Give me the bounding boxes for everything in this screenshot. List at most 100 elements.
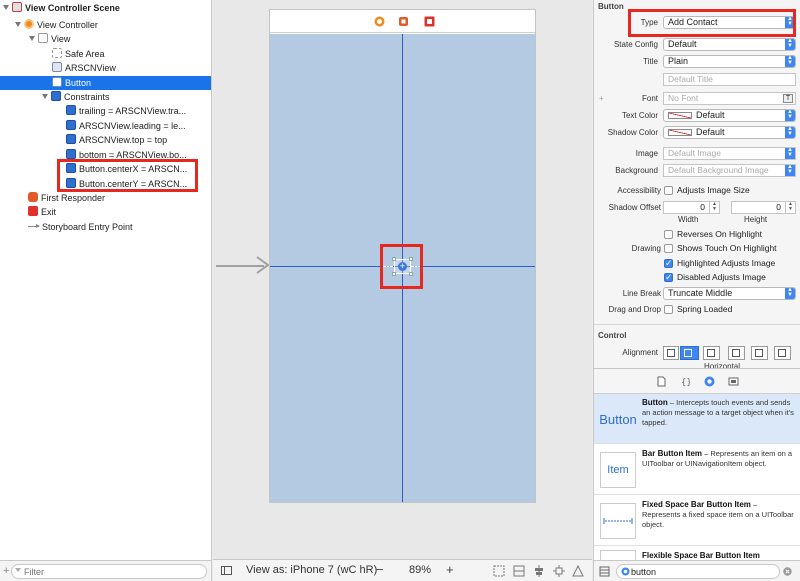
outline-item-label: View <box>51 34 71 44</box>
zoom-in-button[interactable]: + <box>446 562 454 577</box>
disclosure-triangle-icon[interactable] <box>15 22 21 27</box>
stepper-icon[interactable]: ▲ ▼ <box>785 202 795 213</box>
drag-drop-label: Drag and Drop <box>608 305 661 314</box>
align-trailing-segment[interactable] <box>774 346 791 360</box>
file-template-icon[interactable] <box>657 376 666 387</box>
zoom-level[interactable]: 89% <box>409 564 431 576</box>
outline-item-label: ARSCNView.top = top <box>79 135 168 145</box>
outline-item-constraint[interactable]: ARSCNView.leading = le... <box>0 119 211 133</box>
text-color-popup[interactable]: Default ▲ ▼ <box>663 109 796 122</box>
spring-loaded-checkbox[interactable] <box>664 305 673 314</box>
shadow-color-popup[interactable]: Default ▲ ▼ <box>663 126 796 139</box>
align-left-segment[interactable] <box>663 346 679 360</box>
zoom-out-button[interactable]: − <box>376 562 384 577</box>
library-item-button[interactable]: Button Button – Intercepts touch events … <box>594 394 800 444</box>
library-item-bar-button[interactable]: Item Bar Button Item – Represents an ite… <box>594 445 800 495</box>
alignment-label: Alignment <box>622 348 658 357</box>
code-snippet-icon[interactable]: {} <box>681 376 690 387</box>
resolve-issues-icon[interactable] <box>572 565 584 577</box>
disclosure-triangle-icon[interactable] <box>3 5 9 10</box>
font-picker-icon[interactable]: T <box>783 94 793 103</box>
object-library-icon[interactable] <box>704 376 715 387</box>
add-icon[interactable]: + <box>3 565 9 577</box>
constraints-icon <box>51 91 61 101</box>
chevron-updown-icon: ▲ ▼ <box>785 127 795 138</box>
outline-item-label: View Controller <box>37 20 98 30</box>
outline-item-label: View Controller Scene <box>25 3 120 13</box>
shows-touch-checkbox[interactable] <box>664 244 673 253</box>
update-frames-icon[interactable] <box>493 565 505 577</box>
library-search-input[interactable] <box>616 564 780 579</box>
image-field[interactable]: Default Image ▲ ▼ <box>663 147 796 160</box>
device-config-label[interactable]: View as: iPhone 7 (wC hR) <box>246 564 377 576</box>
chevron-updown-icon: ▲ ▼ <box>785 56 795 67</box>
exit-icon[interactable] <box>424 16 435 27</box>
shadow-height-field[interactable]: 0 ▲ ▼ <box>731 201 796 214</box>
outline-item-constraint[interactable]: trailing = ARSCNView.tra... <box>0 104 211 118</box>
title-type-value: Plain <box>668 56 689 66</box>
align-fill-segment[interactable] <box>728 346 745 360</box>
shadow-height-value: 0 <box>776 202 781 212</box>
attributes-inspector: Button Type Add Contact ▲ ▼ State Config … <box>593 0 800 371</box>
disclosure-triangle-icon[interactable] <box>42 94 48 99</box>
stepper-icon[interactable]: ▲ ▼ <box>709 202 719 213</box>
library-item-fixed-space[interactable]: Fixed Space Bar Button Item – Represents… <box>594 496 800 546</box>
embed-in-stack-icon[interactable] <box>513 565 525 577</box>
line-break-value: Truncate Middle <box>668 288 733 298</box>
button-thumb: Button <box>599 411 637 427</box>
align-icon[interactable] <box>533 565 545 577</box>
shadow-width-field[interactable]: 0 ▲ ▼ <box>663 201 720 214</box>
outline-item-view-controller[interactable]: View Controller <box>0 18 211 32</box>
first-responder-icon[interactable] <box>398 16 409 27</box>
outline-item-first-responder[interactable]: First Responder <box>0 191 211 205</box>
library-item-flexible-space[interactable]: Flexible Space Bar Button Item <box>594 547 800 561</box>
entry-arrow-icon <box>28 224 40 228</box>
shadow-color-value: Default <box>696 127 725 137</box>
exit-icon <box>28 206 38 216</box>
highlighted-adjusts-checkbox[interactable] <box>664 258 673 269</box>
outline-item-constraint[interactable]: ARSCNView.top = top <box>0 133 211 147</box>
font-field[interactable]: No Font T <box>663 92 796 105</box>
filter-input[interactable] <box>11 564 207 579</box>
outline-item-button[interactable]: Button <box>0 76 211 90</box>
outline-item-safe-area[interactable]: Safe Area <box>0 47 211 61</box>
text-color-label: Text Color <box>621 111 658 120</box>
safe-area-icon <box>52 48 62 58</box>
scene-icon <box>12 2 22 12</box>
outline-filter-bar: + <box>0 560 212 581</box>
outline-item-constraints[interactable]: Constraints <box>0 90 211 104</box>
clear-search-icon[interactable] <box>783 567 792 576</box>
background-image-field[interactable]: Default Background Image ▲ ▼ <box>663 164 796 177</box>
pin-icon[interactable] <box>553 565 565 577</box>
media-library-icon[interactable] <box>728 376 739 387</box>
button-icon <box>52 77 62 87</box>
library-item-title: Bar Button Item <box>642 449 702 458</box>
disclosure-triangle-icon[interactable] <box>29 36 35 41</box>
title-type-popup[interactable]: Plain ▲ ▼ <box>663 55 796 68</box>
highlighted-adjusts-label: Highlighted Adjusts Image <box>677 258 776 268</box>
disabled-adjusts-checkbox[interactable] <box>664 272 673 283</box>
constraint-icon <box>66 105 76 115</box>
highlight-box-type <box>628 9 796 37</box>
grid-view-icon[interactable] <box>599 566 610 577</box>
state-config-popup[interactable]: Default ▲ ▼ <box>663 38 796 51</box>
outline-item-entry-point[interactable]: Storyboard Entry Point <box>0 220 211 234</box>
toggle-outline-icon[interactable] <box>221 566 232 575</box>
title-text-field[interactable]: Default Title <box>663 73 796 86</box>
view-controller-icon[interactable] <box>374 16 385 27</box>
outline-item-scene[interactable]: View Controller Scene <box>0 1 211 15</box>
adjusts-image-size-label: Adjusts Image Size <box>677 185 750 195</box>
line-break-popup[interactable]: Truncate Middle ▲ ▼ <box>663 287 796 300</box>
outline-item-exit[interactable]: Exit <box>0 205 211 219</box>
line-break-label: Line Break <box>622 289 661 298</box>
align-leading-segment[interactable] <box>751 346 768 360</box>
outline-item-arscnview[interactable]: ARSCNView <box>0 61 211 75</box>
align-center-segment[interactable] <box>680 346 699 360</box>
adjusts-image-size-checkbox[interactable] <box>664 186 673 195</box>
align-right-segment[interactable] <box>703 346 720 360</box>
shadow-offset-label: Shadow Offset <box>608 203 661 212</box>
library-item-title: Flexible Space Bar Button Item <box>642 551 760 560</box>
library-item-description: Bar Button Item – Represents an item on … <box>642 449 794 469</box>
reverses-checkbox[interactable] <box>664 230 673 239</box>
outline-item-view[interactable]: View <box>0 32 211 46</box>
